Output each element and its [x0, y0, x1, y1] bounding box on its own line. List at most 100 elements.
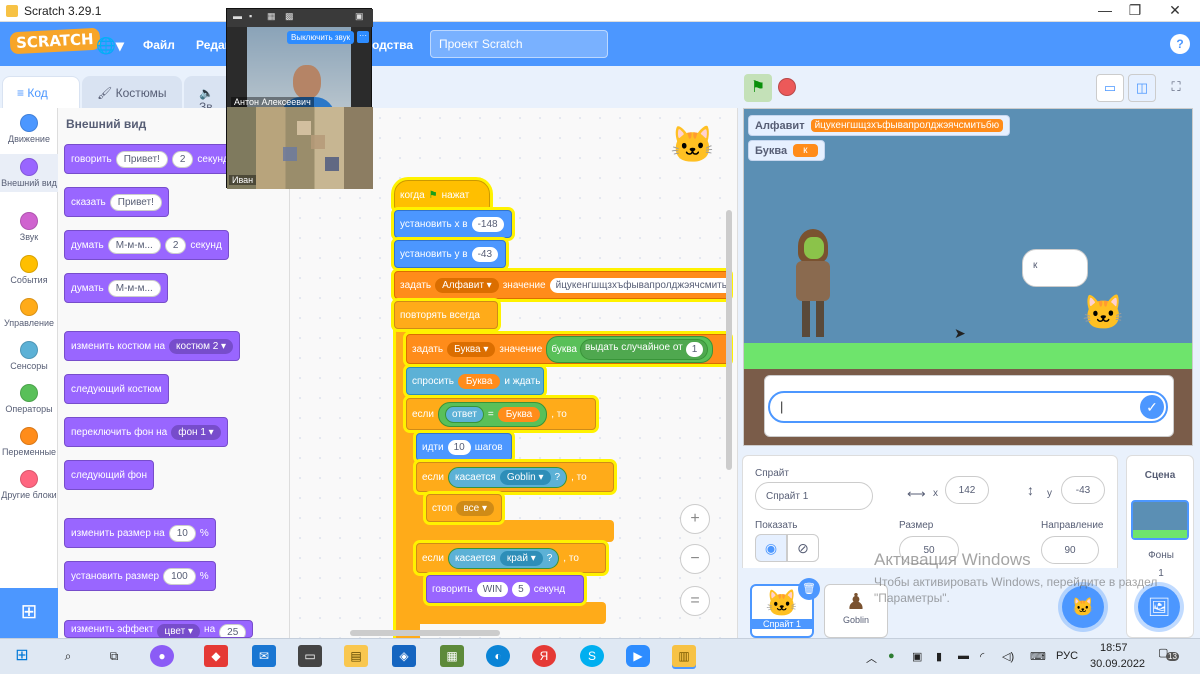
- block-input[interactable]: -43: [471, 246, 499, 262]
- anydesk-icon[interactable]: ◆: [204, 645, 228, 667]
- stage-canvas[interactable]: Алфавит йцукенгшщзхъфывапролджэячсмитьбю …: [743, 108, 1193, 446]
- block-input[interactable]: WIN: [476, 581, 509, 597]
- block-say[interactable]: сказать Привет!: [64, 187, 169, 217]
- grid-view-icon[interactable]: ▩: [285, 11, 294, 22]
- add-extension-icon[interactable]: ⊞: [0, 588, 58, 638]
- tray-device-icon[interactable]: ▬: [958, 650, 969, 662]
- clock-time[interactable]: 18:57: [1100, 642, 1128, 654]
- clock-date[interactable]: 30.09.2022: [1090, 658, 1145, 670]
- script-if-answer-equals[interactable]: если ответ = Буква, то: [406, 398, 596, 430]
- language-indicator[interactable]: РУС: [1056, 650, 1078, 662]
- script-set-letter[interactable]: задать Буква ▾ значение буква выдать случайн…: [406, 334, 730, 364]
- alice-assistant-icon[interactable]: ●: [150, 645, 174, 667]
- answer-reporter[interactable]: ответ: [444, 405, 484, 423]
- block-input[interactable]: 2: [164, 236, 187, 254]
- ask-answer-input[interactable]: |: [768, 391, 1168, 423]
- task-view-icon[interactable]: ⧉: [102, 645, 126, 667]
- block-think-for[interactable]: думать М-м-м... 2 секунд: [64, 230, 229, 260]
- script-set-y[interactable]: установить у в -43: [394, 240, 506, 268]
- block-input[interactable]: 2: [171, 150, 194, 168]
- project-title-input[interactable]: Проект Scratch: [430, 30, 608, 58]
- monitor-letter[interactable]: Буква к: [748, 140, 825, 161]
- script-move-steps[interactable]: идти 10 шагов: [416, 433, 512, 461]
- menu-tutorials[interactable]: одства: [372, 38, 413, 52]
- script-say-win[interactable]: говорить WIN 5 секунд: [426, 575, 584, 603]
- category-operators[interactable]: Операторы: [0, 384, 58, 414]
- close-button[interactable]: ✕: [1155, 0, 1195, 22]
- block-input[interactable]: 1: [685, 341, 704, 357]
- block-next-backdrop[interactable]: следующий фон: [64, 460, 155, 490]
- script-when-flag-clicked[interactable]: когда ⚑ нажат: [394, 180, 490, 210]
- notifications-icon[interactable]: ▢ 13: [1158, 646, 1179, 661]
- video-app-icon[interactable]: ▭: [298, 645, 322, 667]
- horizontal-scrollbar[interactable]: [350, 630, 500, 636]
- variable-reporter[interactable]: Буква: [457, 373, 501, 389]
- category-my-blocks[interactable]: Другие блоки: [0, 470, 58, 500]
- submit-answer-icon[interactable]: ✓: [1140, 395, 1164, 419]
- tab-code[interactable]: ≡ Код: [2, 76, 80, 110]
- category-variables[interactable]: Переменные: [0, 427, 58, 457]
- keyboard-icon[interactable]: ⌨: [1030, 650, 1046, 663]
- category-sensing[interactable]: Сенсоры: [0, 341, 58, 371]
- block-input[interactable]: -148: [471, 216, 504, 232]
- block-dropdown[interactable]: цвет ▾: [157, 624, 201, 637]
- tray-app-icon[interactable]: ●: [888, 650, 895, 662]
- zoom-out-button[interactable]: −: [680, 544, 710, 574]
- stop-icon[interactable]: [778, 78, 796, 96]
- gallery-view-icon[interactable]: ▪: [249, 11, 252, 21]
- letter-of-reporter[interactable]: буква выдать случайное от 1: [546, 335, 714, 363]
- equals-operator[interactable]: ответ = Буква: [437, 401, 548, 427]
- block-input[interactable]: М-м-м...: [107, 236, 161, 254]
- block-dropdown[interactable]: Буква ▾: [447, 341, 496, 357]
- block-input[interactable]: 10: [447, 439, 471, 455]
- normal-stage-icon[interactable]: ◫: [1128, 74, 1156, 102]
- zoom-in-button[interactable]: +: [680, 504, 710, 534]
- block-change-effect[interactable]: изменить эффект цвет ▾ на 25: [64, 620, 254, 638]
- green-flag-icon[interactable]: ⚑: [744, 74, 772, 102]
- random-reporter[interactable]: выдать случайное от 1: [579, 338, 709, 360]
- touching-sensor[interactable]: касается край ▾?: [447, 547, 560, 569]
- block-set-size[interactable]: установить размер 100%: [64, 561, 216, 591]
- block-say-for[interactable]: говорить Привет! 2 секунд: [64, 144, 236, 174]
- tray-chevron-icon[interactable]: ︿: [866, 650, 877, 666]
- script-set-alphabet[interactable]: задать Алфавит ▾ значение йцукенгшщзхъфывап…: [394, 271, 730, 299]
- block-think[interactable]: думать М-м-м...: [64, 273, 168, 303]
- category-events[interactable]: События: [0, 255, 58, 285]
- skype-icon[interactable]: S: [580, 645, 604, 667]
- app-blue-icon[interactable]: ◈: [392, 645, 416, 667]
- category-motion[interactable]: Движение: [0, 114, 58, 144]
- block-input[interactable]: Привет!: [115, 150, 168, 168]
- block-dropdown[interactable]: костюм 2 ▾: [169, 338, 234, 354]
- block-input[interactable]: М-м-м...: [107, 279, 161, 297]
- zoom-app-icon[interactable]: ▶: [626, 645, 650, 667]
- edge-browser-icon[interactable]: ◐: [486, 645, 510, 667]
- file-explorer-icon[interactable]: ▤: [344, 645, 368, 667]
- block-switch-costume[interactable]: изменить костюм на костюм 2 ▾: [64, 331, 241, 361]
- goblin-sprite[interactable]: [794, 229, 830, 343]
- cat-sprite[interactable]: 🐱: [1082, 293, 1124, 333]
- scratch-logo[interactable]: SCRATCH: [9, 27, 101, 55]
- script-ask-and-wait[interactable]: спросить Буква и ждать: [406, 367, 544, 395]
- mute-audio-button[interactable]: Выключить звук: [287, 31, 355, 44]
- block-next-costume[interactable]: следующий костюм: [64, 374, 169, 404]
- show-visible-icon[interactable]: ◉: [755, 534, 787, 562]
- block-input[interactable]: 5: [512, 581, 530, 597]
- category-control[interactable]: Управление: [0, 298, 58, 328]
- zoom-reset-button[interactable]: =: [680, 586, 710, 616]
- language-globe-icon[interactable]: 🌐▾: [96, 36, 124, 56]
- delete-sprite-icon[interactable]: 🗑: [798, 578, 820, 600]
- yandex-browser-icon[interactable]: Я: [532, 645, 556, 667]
- direction-input[interactable]: 90: [1041, 536, 1099, 564]
- tab-costumes[interactable]: 🖌 Костюмы: [82, 76, 182, 110]
- block-dropdown[interactable]: край ▾: [499, 550, 543, 566]
- category-sound[interactable]: Звук: [0, 212, 58, 242]
- wifi-icon[interactable]: ◜: [980, 650, 984, 663]
- script-stop[interactable]: стоп все ▾: [426, 494, 502, 522]
- video-call-window[interactable]: ▬ ▪ ▦ ▩ ▣ Антон Алексеевич Выключить зву…: [226, 8, 373, 189]
- block-input[interactable]: йцукенгшщзхъфывапролджэячсмитьбю: [549, 277, 729, 293]
- x-position-input[interactable]: 142: [945, 476, 989, 504]
- menu-file[interactable]: Файл: [143, 38, 175, 52]
- sprite-name-input[interactable]: Спрайт 1: [755, 482, 873, 510]
- more-options-icon[interactable]: ···: [357, 31, 369, 43]
- block-dropdown[interactable]: Goblin ▾: [499, 469, 551, 485]
